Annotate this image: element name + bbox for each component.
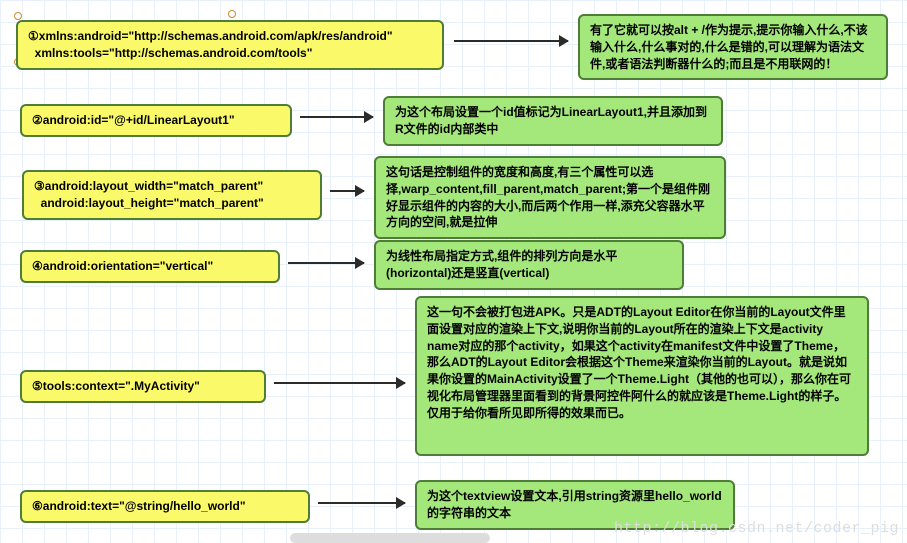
code-text: tools:context=".MyActivity" (43, 379, 200, 393)
arrow-2 (300, 116, 373, 118)
arrow-5 (274, 382, 405, 384)
desc-box-1: 有了它就可以按alt + /作为提示,提示你输入什么,不该输入什么,什么事对的,… (578, 14, 888, 80)
code-box-3: ③android:layout_width="match_parent" and… (22, 170, 322, 220)
code-box-2: ②android:id="@+id/LinearLayout1" (20, 104, 292, 137)
desc-box-4: 为线性布局指定方式,组件的排列方向是水平(horizontal)还是竖直(ver… (374, 240, 684, 290)
code-box-6: ⑥android:text="@string/hello_world" (20, 490, 310, 523)
row-num: ② (32, 113, 43, 127)
arrow-3 (330, 190, 364, 192)
handle-top-left (14, 12, 22, 20)
code-text: xmlns:android="http://schemas.android.co… (28, 29, 393, 60)
code-text: android:orientation="vertical" (43, 259, 213, 273)
row-num: ④ (32, 259, 43, 273)
watermark: http://blog.csdn.net/coder_pig (614, 520, 899, 537)
desc-box-5: 这一句不会被打包进APK。只是ADT的Layout Editor在你当前的Lay… (415, 296, 869, 456)
row-num: ① (28, 29, 39, 43)
row-num: ⑤ (32, 379, 43, 393)
desc-box-2: 为这个布局设置一个id值标记为LinearLayout1,并且添加到R文件的id… (383, 96, 723, 146)
code-box-4: ④android:orientation="vertical" (20, 250, 280, 283)
arrow-6 (318, 502, 405, 504)
code-text: android:text="@string/hello_world" (43, 499, 246, 513)
arrow-4 (288, 262, 364, 264)
code-box-1: ①xmlns:android="http://schemas.android.c… (16, 20, 444, 70)
desc-box-3: 这句话是控制组件的宽度和高度,有三个属性可以选择,warp_content,fi… (374, 156, 726, 239)
arrow-1 (454, 40, 568, 42)
code-text: android:id="@+id/LinearLayout1" (43, 113, 235, 127)
code-text: android:layout_width="match_parent" andr… (34, 179, 264, 210)
scrollbar[interactable] (290, 533, 490, 543)
handle-top-mid (228, 10, 236, 18)
row-num: ③ (34, 179, 45, 193)
row-num: ⑥ (32, 499, 43, 513)
code-box-5: ⑤tools:context=".MyActivity" (20, 370, 266, 403)
